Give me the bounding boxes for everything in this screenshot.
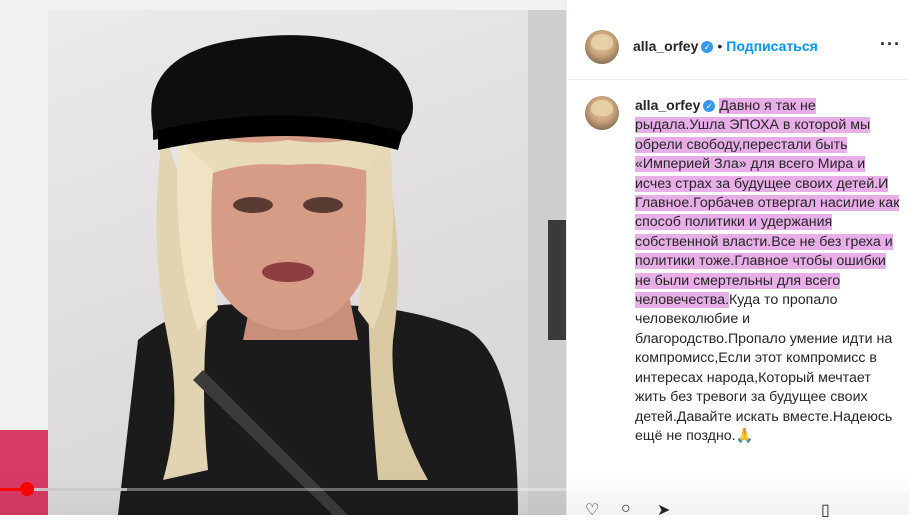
woman-portrait-image [118, 10, 566, 515]
more-options-icon[interactable]: ··· [880, 34, 901, 55]
caption-username[interactable]: alla_orfey [635, 97, 700, 113]
username-link[interactable]: alla_orfey [633, 38, 698, 54]
video-frame[interactable] [0, 0, 566, 515]
post-caption: alla_orfey ✓ Давно я так не рыдала.Ушла Э… [635, 96, 901, 446]
caption-highlighted-text: Давно я так не рыдала.Ушла ЭПОХА в котор… [635, 98, 900, 309]
post-header: alla_orfey ✓ • Подписаться ··· [585, 30, 905, 64]
post-panel: alla_orfey ✓ • Подписаться ··· alla_orfey ✓ … [566, 0, 909, 519]
praying-hands-emoji: 🙏 [735, 427, 754, 444]
caption-avatar[interactable] [585, 96, 619, 130]
avatar[interactable] [585, 30, 619, 64]
player-shade [0, 470, 909, 515]
post-photo [48, 10, 566, 515]
caption-text: Куда то пропало человеколюбие и благород… [635, 292, 893, 444]
caption-verified-badge-icon: ✓ [703, 100, 716, 113]
separator-dot: • [717, 38, 723, 54]
header-divider [567, 79, 909, 80]
post-header-text: alla_orfey ✓ • Подписаться [633, 38, 818, 54]
progress-track[interactable] [0, 488, 909, 491]
follow-button[interactable]: Подписаться [726, 38, 818, 54]
verified-badge-icon: ✓ [701, 41, 714, 54]
